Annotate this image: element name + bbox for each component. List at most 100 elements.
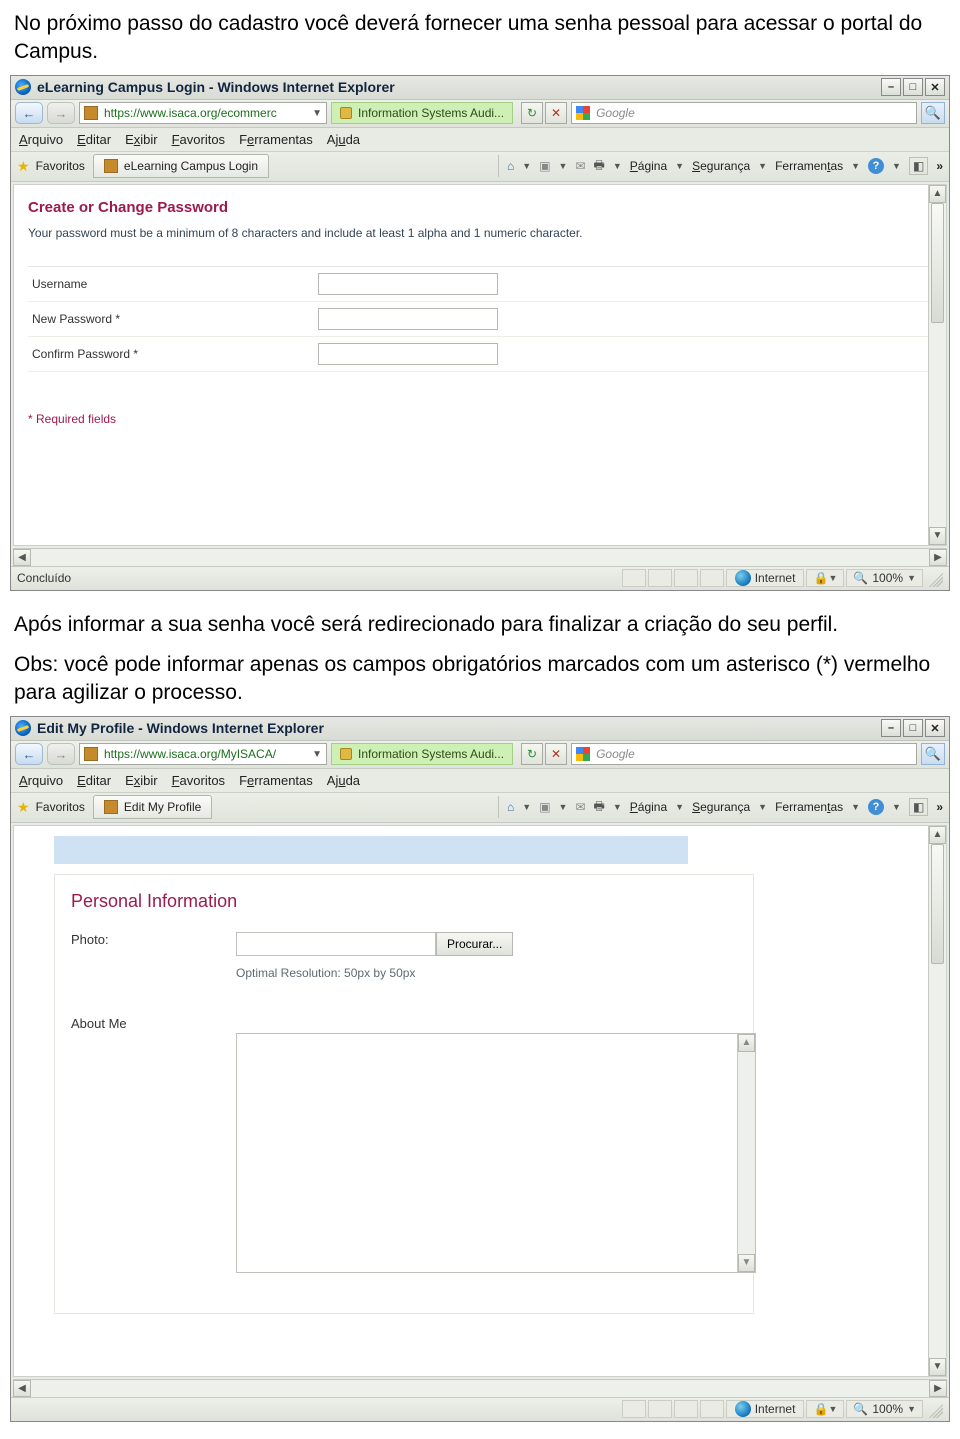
refresh-button[interactable]: ↻ [521,743,543,765]
print-icon[interactable]: 🖶 [594,156,605,177]
scroll-left-icon[interactable]: ◀ [13,1380,31,1397]
menu-editar[interactable]: Editar [77,132,111,147]
scroll-thumb[interactable] [931,844,944,964]
menu-seguranca[interactable]: Segurança [692,800,750,814]
forward-button[interactable]: → [47,102,75,124]
feeds-icon[interactable]: ▣ [539,800,550,814]
minimize-button[interactable]: – [881,78,901,96]
photo-file-input[interactable] [236,932,436,956]
menu-ferramentas[interactable]: Ferramentas [239,773,313,788]
browse-button[interactable]: Procurar... [436,932,513,956]
search-box[interactable]: Google [571,743,917,765]
photo-label: Photo: [71,932,236,956]
address-dropdown-icon[interactable]: ▼ [312,749,322,760]
zoom-control[interactable]: 🔍 100% ▼ [846,569,923,587]
vertical-scrollbar[interactable]: ▲ ▼ [928,826,946,1376]
scroll-down-icon[interactable]: ▼ [929,527,946,545]
security-badge[interactable]: Information Systems Audi... [331,743,513,765]
maximize-button[interactable]: □ [903,719,923,737]
home-icon[interactable]: ⌂ [507,800,514,814]
page-viewport: Personal Information Photo: Procurar... … [13,825,947,1377]
favorites-label[interactable]: Favoritos [36,800,85,814]
about-me-textarea[interactable]: ▲ ▼ [236,1033,756,1273]
stop-button[interactable]: ✕ [545,743,567,765]
status-cell [622,569,646,587]
menu-exibir[interactable]: Exibir [125,132,158,147]
menu-ajuda[interactable]: Ajuda [327,132,360,147]
scroll-left-icon[interactable]: ◀ [13,549,31,566]
protected-mode-icon[interactable]: 🔒▼ [806,1400,844,1418]
menu-favoritos[interactable]: Favoritos [172,132,225,147]
back-button[interactable]: ← [15,743,43,765]
mail-icon[interactable]: ✉ [575,159,585,173]
menu-seguranca[interactable]: Segurança [692,159,750,173]
address-bar[interactable]: https://www.isaca.org/ecommerc ▼ [79,102,327,124]
close-button[interactable]: ✕ [925,719,945,737]
zoom-control[interactable]: 🔍 100% ▼ [846,1400,923,1418]
protected-mode-icon[interactable]: 🔒▼ [806,569,844,587]
menu-pagina[interactable]: Página [630,800,667,814]
scroll-right-icon[interactable]: ▶ [929,549,947,566]
star-icon[interactable]: ★ [17,799,30,816]
search-go-button[interactable]: 🔍 [921,743,945,765]
search-go-button[interactable]: 🔍 [921,102,945,124]
scroll-down-icon[interactable]: ▼ [738,1254,755,1272]
close-button[interactable]: ✕ [925,78,945,96]
menu-favoritos[interactable]: Favoritos [172,773,225,788]
feeds-icon[interactable]: ▣ [539,159,550,173]
address-dropdown-icon[interactable]: ▼ [312,108,322,119]
tab-title: eLearning Campus Login [124,159,258,173]
devtools-icon[interactable]: ◧ [909,157,928,175]
resize-grip-icon[interactable] [925,1400,943,1418]
overflow-chevron-icon[interactable]: » [936,159,943,173]
menu-ferramentas2[interactable]: Ferramentas [775,800,843,814]
menu-bar: Arquivo Editar Exibir Favoritos Ferramen… [11,769,949,793]
status-cell [700,569,724,587]
vertical-scrollbar[interactable]: ▲ ▼ [928,185,946,545]
help-icon[interactable]: ? [868,158,884,174]
ie-window-2: Edit My Profile - Windows Internet Explo… [10,716,950,1422]
scroll-up-icon[interactable]: ▲ [929,826,946,844]
menu-arquivo[interactable]: Arquivo [19,132,63,147]
site-favicon-icon [84,106,98,120]
menu-exibir[interactable]: Exibir [125,773,158,788]
menu-ferramentas2[interactable]: Ferramentas [775,159,843,173]
maximize-button[interactable]: □ [903,78,923,96]
scroll-right-icon[interactable]: ▶ [929,1380,947,1397]
horizontal-scrollbar[interactable]: ◀ ▶ [13,1379,947,1397]
star-icon[interactable]: ★ [17,158,30,175]
security-badge[interactable]: Information Systems Audi... [331,102,513,124]
refresh-button[interactable]: ↻ [521,102,543,124]
scroll-up-icon[interactable]: ▲ [738,1034,755,1052]
scroll-up-icon[interactable]: ▲ [929,185,946,203]
horizontal-scrollbar[interactable]: ◀ ▶ [13,548,947,566]
favorites-label[interactable]: Favoritos [36,159,85,173]
menu-pagina[interactable]: Página [630,159,667,173]
resize-grip-icon[interactable] [925,569,943,587]
mail-icon[interactable]: ✉ [575,800,585,814]
stop-button[interactable]: ✕ [545,102,567,124]
menu-arquivo[interactable]: Arquivo [19,773,63,788]
menu-editar[interactable]: Editar [77,773,111,788]
forward-button[interactable]: → [47,743,75,765]
menu-ajuda[interactable]: Ajuda [327,773,360,788]
scroll-thumb[interactable] [931,203,944,323]
overflow-chevron-icon[interactable]: » [936,800,943,814]
new-password-input[interactable] [318,308,498,330]
titlebar: Edit My Profile - Windows Internet Explo… [11,717,949,741]
devtools-icon[interactable]: ◧ [909,798,928,816]
search-box[interactable]: Google [571,102,917,124]
browser-tab[interactable]: Edit My Profile [93,795,212,819]
minimize-button[interactable]: – [881,719,901,737]
browser-tab[interactable]: eLearning Campus Login [93,154,269,178]
username-input[interactable] [318,273,498,295]
back-button[interactable]: ← [15,102,43,124]
home-icon[interactable]: ⌂ [507,159,514,173]
menu-ferramentas[interactable]: Ferramentas [239,132,313,147]
confirm-password-input[interactable] [318,343,498,365]
scroll-down-icon[interactable]: ▼ [929,1358,946,1376]
print-icon[interactable]: 🖶 [594,797,605,818]
textarea-scrollbar[interactable]: ▲ ▼ [737,1034,755,1272]
help-icon[interactable]: ? [868,799,884,815]
address-bar[interactable]: https://www.isaca.org/MyISACA/ ▼ [79,743,327,765]
